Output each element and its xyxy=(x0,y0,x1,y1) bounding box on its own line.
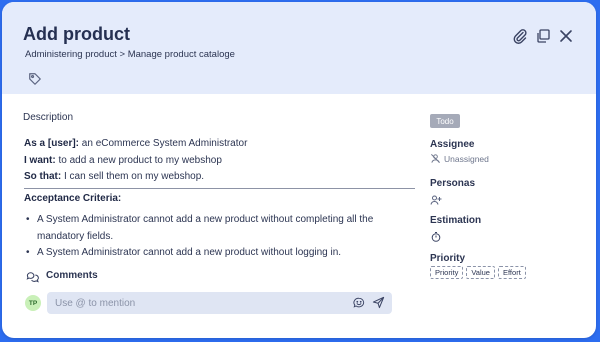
page-title: Add product xyxy=(23,24,130,44)
dialog-header: Add product Administering product > Mana… xyxy=(2,2,596,94)
copy-icon[interactable] xyxy=(535,28,551,44)
personas-label: Personas xyxy=(430,178,476,189)
paperclip-icon[interactable] xyxy=(512,28,528,44)
acceptance-item[interactable]: A System Administrator cannot add a new … xyxy=(26,244,407,261)
story-key: I want: xyxy=(24,155,56,166)
priority-chips: Priority Value Effort xyxy=(430,266,526,279)
comment-box xyxy=(47,292,392,314)
story-value: to add a new product to my webshop xyxy=(58,155,222,166)
story-line[interactable]: So that: I can sell them on my webshop. xyxy=(24,171,204,182)
divider xyxy=(24,188,415,189)
story-value: an eCommerce System Administrator xyxy=(81,138,248,149)
tag-icon[interactable] xyxy=(28,72,42,86)
story-key: So that: xyxy=(24,171,62,182)
value-chip[interactable]: Value xyxy=(466,266,495,279)
breadcrumb[interactable]: Administering product > Manage product c… xyxy=(25,49,235,60)
timer-icon[interactable] xyxy=(430,231,442,243)
priority-label: Priority xyxy=(430,253,466,264)
comments-label: Comments xyxy=(46,270,98,281)
emoji-icon[interactable] xyxy=(353,297,365,309)
acceptance-criteria-title: Acceptance Criteria: xyxy=(24,193,122,204)
story-line[interactable]: As a [user]: an eCommerce System Adminis… xyxy=(24,138,247,149)
assignee-label: Assignee xyxy=(430,139,475,150)
effort-chip[interactable]: Effort xyxy=(497,266,526,279)
estimation-label: Estimation xyxy=(430,215,482,226)
comments-icon xyxy=(26,272,39,283)
avatar: TP xyxy=(25,295,41,311)
add-persona-icon[interactable] xyxy=(430,194,442,206)
add-product-dialog: Add product Administering product > Mana… xyxy=(2,2,596,338)
comment-input[interactable] xyxy=(55,292,335,314)
story-line[interactable]: I want: to add a new product to my websh… xyxy=(24,155,222,166)
status-badge[interactable]: Todo xyxy=(430,114,460,128)
assignee-selector[interactable]: Unassigned xyxy=(430,153,489,164)
story-value: I can sell them on my webshop. xyxy=(64,171,205,182)
priority-chip[interactable]: Priority xyxy=(430,266,464,279)
description-label: Description xyxy=(23,112,74,123)
acceptance-item[interactable]: A System Administrator cannot add a new … xyxy=(26,211,407,245)
close-icon[interactable] xyxy=(558,28,574,44)
story-key: As a [user]: xyxy=(24,138,80,149)
unassigned-user-icon xyxy=(431,154,440,163)
send-icon[interactable] xyxy=(372,296,385,309)
assignee-value: Unassigned xyxy=(444,153,489,164)
